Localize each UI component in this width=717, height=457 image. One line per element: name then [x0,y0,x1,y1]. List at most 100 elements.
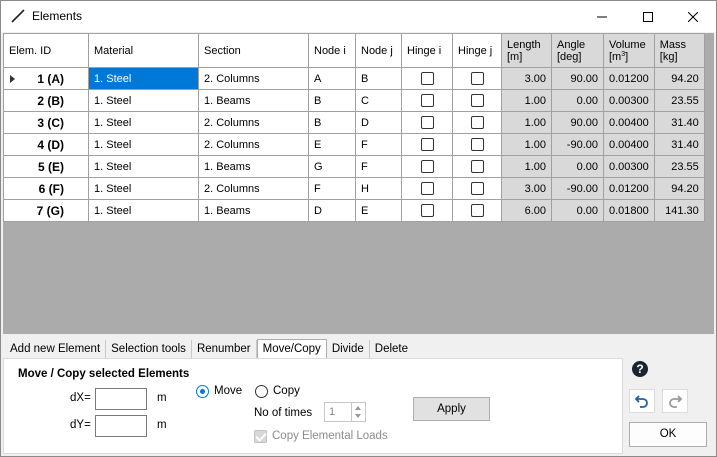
cell-volume: 0.01200 [603,177,655,200]
maximize-button[interactable] [625,1,671,32]
column-header-material[interactable]: Material [88,33,199,68]
move-radio[interactable] [196,385,209,398]
close-button[interactable] [670,1,716,32]
tab-add-new-element[interactable]: Add new Element [5,340,107,358]
column-header-mass[interactable]: Mass [kg] [653,33,705,68]
tab-renumber[interactable]: Renumber [191,340,257,358]
hinge-i-checkbox[interactable] [420,160,434,173]
cell-node-i[interactable]: D [308,199,356,222]
cell-node-j[interactable]: B [355,67,402,90]
cell-section[interactable]: 2. Columns [198,111,309,134]
column-header-node-j[interactable]: Node j [355,33,402,68]
tab-divide[interactable]: Divide [326,340,370,358]
cell-material[interactable]: 1. Steel [88,133,199,156]
window-title: Elements [32,9,83,23]
cell-section[interactable]: 1. Beams [198,199,309,222]
cell-hinge-j [452,155,502,178]
hinge-j-checkbox[interactable] [470,94,484,107]
stepper-down-icon [355,414,361,418]
cell-node-i[interactable]: G [308,155,356,178]
tab-move-copy[interactable]: Move/Copy [256,339,327,358]
table-row[interactable]: 4 (D) 1. Steel 2. Columns E F 1.00 -90.00 0.004… [3,133,705,156]
copy-loads-label: Copy Elemental Loads [272,430,388,442]
row-elem-id[interactable]: 3 (C) [3,111,89,134]
hinge-j-checkbox[interactable] [470,160,484,173]
length-label: Length [507,38,541,51]
cell-mass: 31.40 [653,111,705,134]
cell-material[interactable]: 1. Steel [88,67,199,90]
stepper-arrows[interactable] [351,403,365,421]
table-row[interactable]: 1 (A) 1. Steel 2. Columns A B 3.00 90.00 0.0120… [3,67,705,90]
cell-node-j[interactable]: F [355,155,402,178]
row-elem-id[interactable]: 4 (D) [3,133,89,156]
dx-input[interactable] [95,388,147,410]
hinge-i-checkbox[interactable] [420,72,434,85]
column-header-hinge-i[interactable]: Hinge i [401,33,453,68]
hinge-i-checkbox[interactable] [420,138,434,151]
times-stepper[interactable]: 1 [324,402,366,422]
row-elem-id[interactable]: 2 (B) [3,89,89,112]
cell-node-i[interactable]: B [308,111,356,134]
table-row[interactable]: 2 (B) 1. Steel 1. Beams B C 1.00 0.00 0.00300 23… [3,89,705,112]
table-row[interactable]: 6 (F) 1. Steel 2. Columns F H 3.00 -90.00 0.012… [3,177,705,200]
hinge-j-checkbox[interactable] [470,182,484,195]
copy-loads-checkbox[interactable] [254,430,267,443]
cell-node-j[interactable]: F [355,133,402,156]
cell-material[interactable]: 1. Steel [88,155,199,178]
tab-selection-tools[interactable]: Selection tools [106,340,192,358]
hinge-i-checkbox[interactable] [420,182,434,195]
cell-material[interactable]: 1. Steel [88,177,199,200]
row-elem-id[interactable]: 7 (G) [3,199,89,222]
minimize-button[interactable] [579,1,625,32]
cell-section[interactable]: 2. Columns [198,133,309,156]
column-header-node-i[interactable]: Node i [308,33,356,68]
hinge-j-checkbox[interactable] [470,204,484,217]
redo-button[interactable] [662,389,688,413]
dy-input[interactable] [95,415,147,437]
table-row[interactable]: 5 (E) 1. Steel 1. Beams G F 1.00 0.00 0.00300 23… [3,155,705,178]
row-elem-id[interactable]: 1 (A) [3,67,89,90]
cell-node-i[interactable]: F [308,177,356,200]
cell-angle: 0.00 [551,155,604,178]
cell-section[interactable]: 1. Beams [198,155,309,178]
hinge-j-checkbox[interactable] [470,138,484,151]
apply-button[interactable]: Apply [413,397,490,421]
cell-node-i[interactable]: A [308,67,356,90]
cell-section[interactable]: 1. Beams [198,89,309,112]
column-header-angle[interactable]: Angle [deg] [551,33,604,68]
row-elem-id[interactable]: 6 (F) [3,177,89,200]
cell-node-j[interactable]: C [355,89,402,112]
cell-material[interactable]: 1. Steel [88,199,199,222]
cell-angle: 0.00 [551,199,604,222]
row-elem-id[interactable]: 5 (E) [3,155,89,178]
cell-node-i[interactable]: E [308,133,356,156]
cell-node-j[interactable]: H [355,177,402,200]
undo-button[interactable] [629,389,655,413]
column-header-hinge-j[interactable]: Hinge j [452,33,502,68]
hinge-j-checkbox[interactable] [470,72,484,85]
cell-section[interactable]: 2. Columns [198,67,309,90]
panel-title: Move / Copy selected Elements [18,368,190,380]
column-header-volume[interactable]: Volume [m3] [603,33,655,68]
cell-material[interactable]: 1. Steel [88,89,199,112]
table-row[interactable]: 7 (G) 1. Steel 1. Beams D E 6.00 0.00 0.01800 14… [3,199,705,222]
ok-button[interactable]: OK [629,422,707,447]
tab-delete[interactable]: Delete [369,340,414,358]
column-header-elem-id[interactable]: Elem. ID [3,33,89,68]
table-row[interactable]: 3 (C) 1. Steel 2. Columns B D 1.00 90.00 0.0040… [3,111,705,134]
column-header-section[interactable]: Section [198,33,309,68]
help-icon: ? [632,361,648,377]
cell-node-i[interactable]: B [308,89,356,112]
cell-node-j[interactable]: D [355,111,402,134]
column-header-length[interactable]: Length [m] [501,33,552,68]
hinge-i-checkbox[interactable] [420,116,434,129]
cell-material[interactable]: 1. Steel [88,111,199,134]
hinge-j-checkbox[interactable] [470,116,484,129]
hinge-i-checkbox[interactable] [420,204,434,217]
hinge-i-checkbox[interactable] [420,94,434,107]
help-button[interactable]: ? [629,358,651,380]
undo-icon [634,395,648,408]
cell-section[interactable]: 2. Columns [198,177,309,200]
copy-radio[interactable] [255,385,268,398]
cell-node-j[interactable]: E [355,199,402,222]
